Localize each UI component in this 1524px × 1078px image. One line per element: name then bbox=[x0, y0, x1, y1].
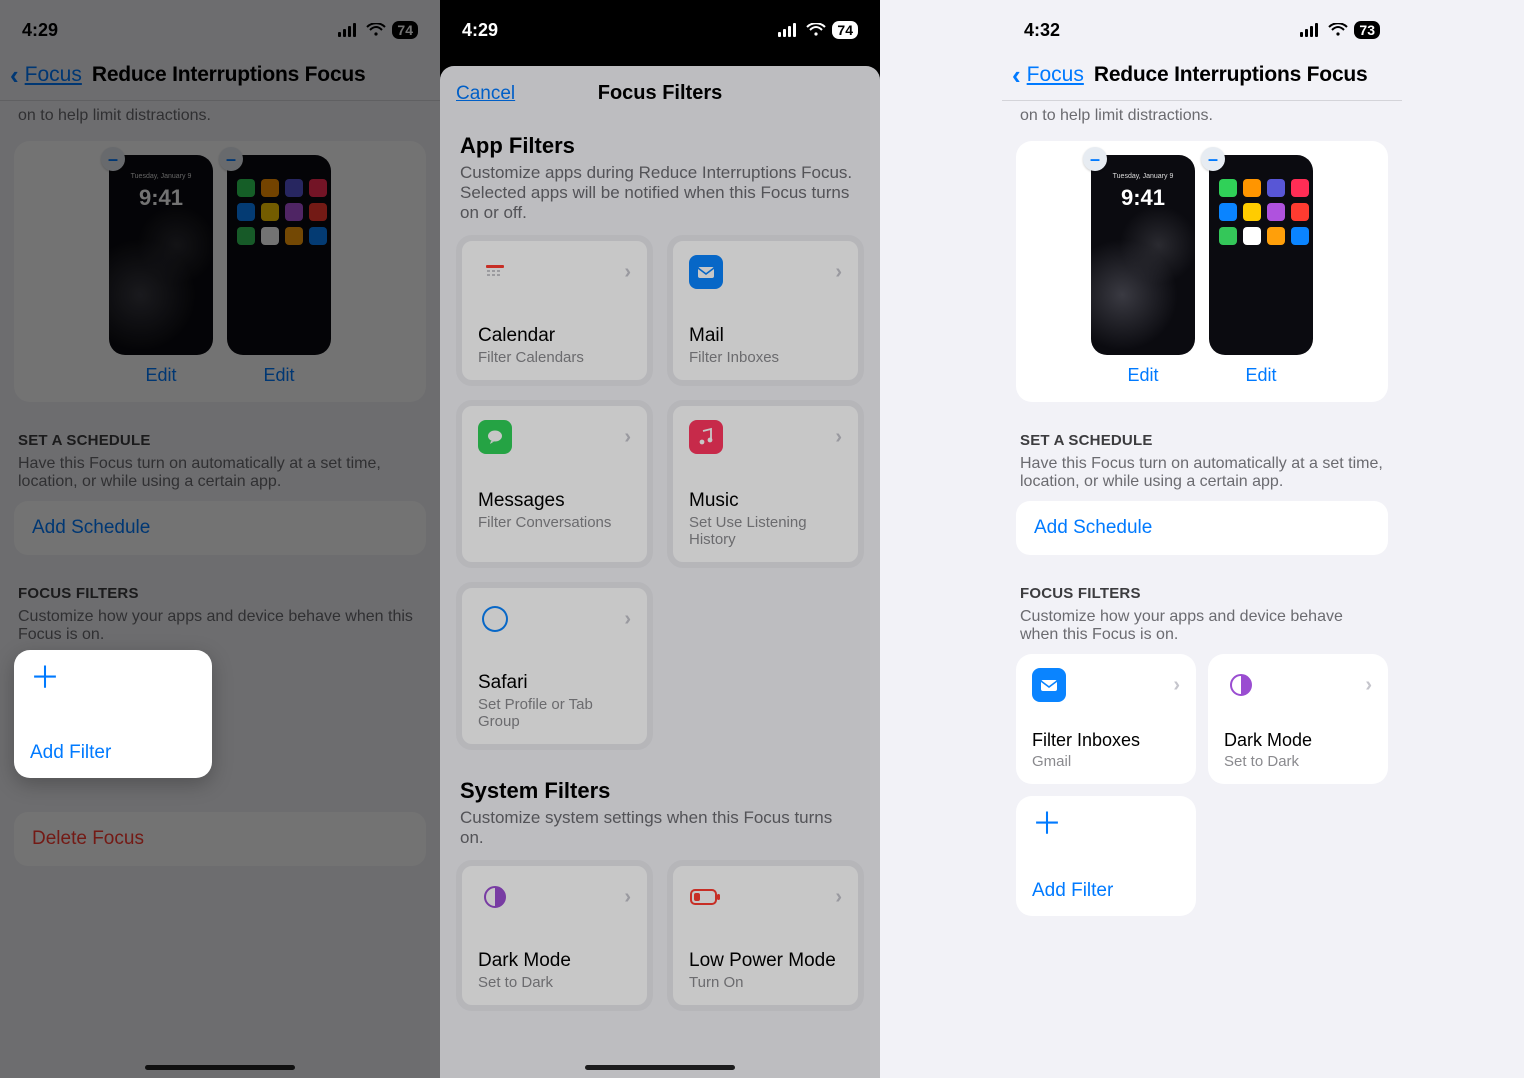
status-bar: 4:29 74 bbox=[440, 0, 880, 48]
music-icon bbox=[689, 420, 723, 454]
add-filter-card[interactable]: ＋ Add Filter bbox=[1016, 796, 1196, 916]
signal-icon bbox=[1300, 23, 1322, 37]
chevron-right-icon: › bbox=[835, 261, 842, 284]
chevron-right-icon: › bbox=[1365, 674, 1372, 697]
battery-icon: 74 bbox=[832, 21, 858, 39]
panel-2-focus-filters-sheet: 4:29 74 Cancel Focus Filters App Filters… bbox=[440, 0, 880, 1078]
app-filters-sub: Customize apps during Reduce Interruptio… bbox=[440, 161, 880, 235]
filter-dark-mode[interactable]: › Dark Mode Set to Dark bbox=[456, 860, 653, 1011]
wifi-icon bbox=[366, 23, 386, 37]
mail-icon bbox=[1032, 668, 1066, 702]
dark-mode-icon bbox=[478, 880, 512, 914]
home-indicator[interactable] bbox=[585, 1065, 735, 1070]
screen-customize-card: – Tuesday, January 9 9:41 Edit – Edit bbox=[1016, 141, 1388, 402]
home-screen-preview[interactable] bbox=[1209, 155, 1313, 355]
messages-icon bbox=[478, 420, 512, 454]
plus-icon: ＋ bbox=[1032, 810, 1180, 840]
edit-lock-screen[interactable]: Edit bbox=[1127, 365, 1158, 386]
add-filter-label: Add Filter bbox=[30, 742, 196, 764]
chevron-right-icon: › bbox=[835, 426, 842, 449]
remove-lock-screen-badge[interactable]: – bbox=[101, 147, 125, 171]
system-filters-sub: Customize system settings when this Focu… bbox=[440, 806, 880, 860]
system-filters-title: System Filters bbox=[440, 750, 880, 806]
battery-icon: 73 bbox=[1354, 21, 1380, 39]
add-filter-card[interactable]: ＋ Add Filter bbox=[14, 650, 212, 778]
edit-home-screen[interactable]: Edit bbox=[1245, 365, 1276, 386]
add-schedule-row[interactable]: Add Schedule bbox=[1016, 501, 1388, 555]
chevron-right-icon: › bbox=[624, 886, 631, 909]
mail-icon bbox=[689, 255, 723, 289]
sheet-title: Focus Filters bbox=[598, 82, 722, 105]
battery-icon: 74 bbox=[392, 21, 418, 39]
signal-icon bbox=[338, 23, 360, 37]
chevron-right-icon: › bbox=[624, 608, 631, 631]
schedule-sub: Have this Focus turn on automatically at… bbox=[1002, 453, 1402, 501]
edit-home-screen[interactable]: Edit bbox=[263, 365, 294, 386]
signal-icon bbox=[778, 23, 800, 37]
nav-bar: ‹ Focus Reduce Interruptions Focus bbox=[1002, 48, 1402, 101]
hint-text: on to help limit distractions. bbox=[0, 101, 440, 135]
screen-customize-card: – Tuesday, January 9 9:41 Edit – Edit bbox=[14, 141, 426, 402]
chevron-right-icon: › bbox=[624, 426, 631, 449]
plus-icon: ＋ bbox=[30, 664, 196, 694]
chevron-right-icon: › bbox=[1173, 674, 1180, 697]
schedule-sub: Have this Focus turn on automatically at… bbox=[0, 453, 440, 501]
filters-header: FOCUS FILTERS bbox=[1002, 555, 1402, 606]
app-filters-title: App Filters bbox=[440, 119, 880, 161]
delete-focus-row[interactable]: Delete Focus bbox=[14, 812, 426, 866]
back-link[interactable]: Focus bbox=[25, 63, 82, 87]
filter-low-power[interactable]: › Low Power Mode Turn On bbox=[667, 860, 864, 1011]
dark-mode-card[interactable]: › Dark Mode Set to Dark bbox=[1208, 654, 1388, 784]
filters-header: FOCUS FILTERS bbox=[0, 555, 440, 606]
back-chevron-icon[interactable]: ‹ bbox=[1012, 62, 1021, 88]
nav-bar: ‹ Focus Reduce Interruptions Focus bbox=[0, 48, 440, 101]
safari-icon bbox=[478, 602, 512, 636]
focus-filters-sheet: Cancel Focus Filters App Filters Customi… bbox=[440, 66, 880, 1078]
lock-screen-preview[interactable]: Tuesday, January 9 9:41 bbox=[1091, 155, 1195, 355]
lock-screen-preview[interactable]: Tuesday, January 9 9:41 bbox=[109, 155, 213, 355]
add-filter-label: Add Filter bbox=[1032, 880, 1180, 902]
edit-lock-screen[interactable]: Edit bbox=[145, 365, 176, 386]
nav-title: Reduce Interruptions Focus bbox=[92, 63, 366, 87]
filters-sub: Customize how your apps and device behav… bbox=[1002, 606, 1402, 654]
panel-3-focus-settings: 4:32 73 ‹ Focus Reduce Interruptions Foc… bbox=[880, 0, 1524, 1078]
schedule-header: SET A SCHEDULE bbox=[0, 402, 440, 453]
add-schedule-row[interactable]: Add Schedule bbox=[14, 501, 426, 555]
panel-1-focus-settings: 4:29 74 ‹ Focus Reduce Interruptions Foc… bbox=[0, 0, 440, 1078]
back-link[interactable]: Focus bbox=[1027, 63, 1084, 87]
filter-messages[interactable]: › Messages Filter Conversations bbox=[456, 400, 653, 568]
cancel-button[interactable]: Cancel bbox=[456, 83, 515, 105]
chevron-right-icon: › bbox=[835, 886, 842, 909]
home-screen-preview[interactable] bbox=[227, 155, 331, 355]
dark-mode-icon bbox=[1224, 668, 1258, 702]
status-bar: 4:32 73 bbox=[1002, 0, 1402, 48]
filter-safari[interactable]: › Safari Set Profile or Tab Group bbox=[456, 582, 653, 750]
schedule-header: SET A SCHEDULE bbox=[1002, 402, 1402, 453]
home-indicator[interactable] bbox=[145, 1065, 295, 1070]
calendar-icon bbox=[478, 255, 512, 289]
wifi-icon bbox=[806, 23, 826, 37]
filter-calendar[interactable]: › Calendar Filter Calendars bbox=[456, 235, 653, 386]
remove-home-screen-badge[interactable]: – bbox=[219, 147, 243, 171]
filters-sub: Customize how your apps and device behav… bbox=[0, 606, 440, 654]
filter-music[interactable]: › Music Set Use Listening History bbox=[667, 400, 864, 568]
low-power-icon bbox=[689, 880, 723, 914]
status-time: 4:29 bbox=[22, 20, 58, 41]
remove-home-screen-badge[interactable]: – bbox=[1201, 147, 1225, 171]
status-bar: 4:29 74 bbox=[0, 0, 440, 48]
hint-text: on to help limit distractions. bbox=[1002, 101, 1402, 135]
wifi-icon bbox=[1328, 23, 1348, 37]
filter-mail[interactable]: › Mail Filter Inboxes bbox=[667, 235, 864, 386]
back-chevron-icon[interactable]: ‹ bbox=[10, 62, 19, 88]
status-time: 4:29 bbox=[462, 20, 498, 41]
remove-lock-screen-badge[interactable]: – bbox=[1083, 147, 1107, 171]
sheet-nav: Cancel Focus Filters bbox=[440, 66, 880, 119]
nav-title: Reduce Interruptions Focus bbox=[1094, 63, 1368, 87]
status-time: 4:32 bbox=[1024, 20, 1060, 41]
chevron-right-icon: › bbox=[624, 261, 631, 284]
filter-inboxes-card[interactable]: › Filter Inboxes Gmail bbox=[1016, 654, 1196, 784]
